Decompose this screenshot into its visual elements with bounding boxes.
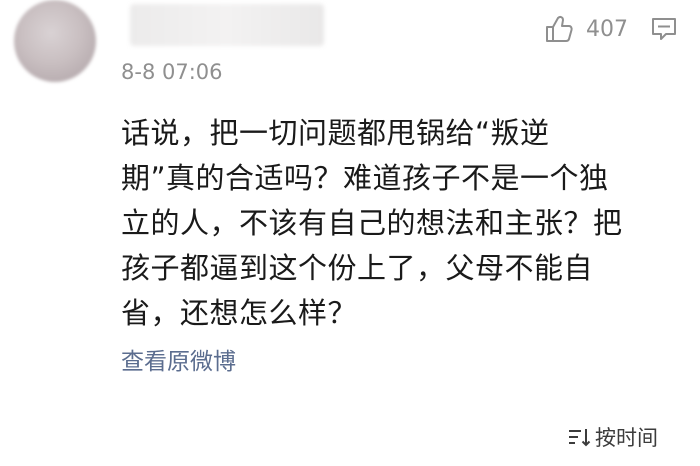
view-original-link[interactable]: 查看原微博 bbox=[121, 342, 236, 376]
sort-label: 按时间 bbox=[595, 426, 658, 450]
comment-icon bbox=[650, 15, 678, 43]
comment-button[interactable] bbox=[650, 15, 678, 43]
comment-line: 孩子都逼到这个份上了，父母不能自 bbox=[121, 251, 594, 285]
sort-button[interactable]: 按时间 bbox=[567, 422, 658, 452]
comment-line: 话说，把一切问题都甩锅给“叛逆 bbox=[121, 116, 550, 150]
like-count: 407 bbox=[586, 16, 628, 42]
avatar[interactable] bbox=[14, 0, 96, 82]
comment-line: 省，还想怎么样？ bbox=[121, 296, 358, 330]
thumbs-up-icon bbox=[544, 14, 574, 44]
comment-line: 期”真的合适吗？难道孩子不是一个独 bbox=[121, 161, 609, 195]
comment-line: 立的人，不该有自己的想法和主张？把 bbox=[121, 206, 623, 240]
timestamp: 8-8 07:06 bbox=[121, 60, 223, 84]
username[interactable] bbox=[130, 4, 324, 46]
comment-content: 话说，把一切问题都甩锅给“叛逆 期”真的合适吗？难道孩子不是一个独 立的人，不该… bbox=[121, 111, 666, 336]
sort-icon bbox=[567, 426, 595, 448]
like-button[interactable]: 407 bbox=[544, 14, 628, 44]
